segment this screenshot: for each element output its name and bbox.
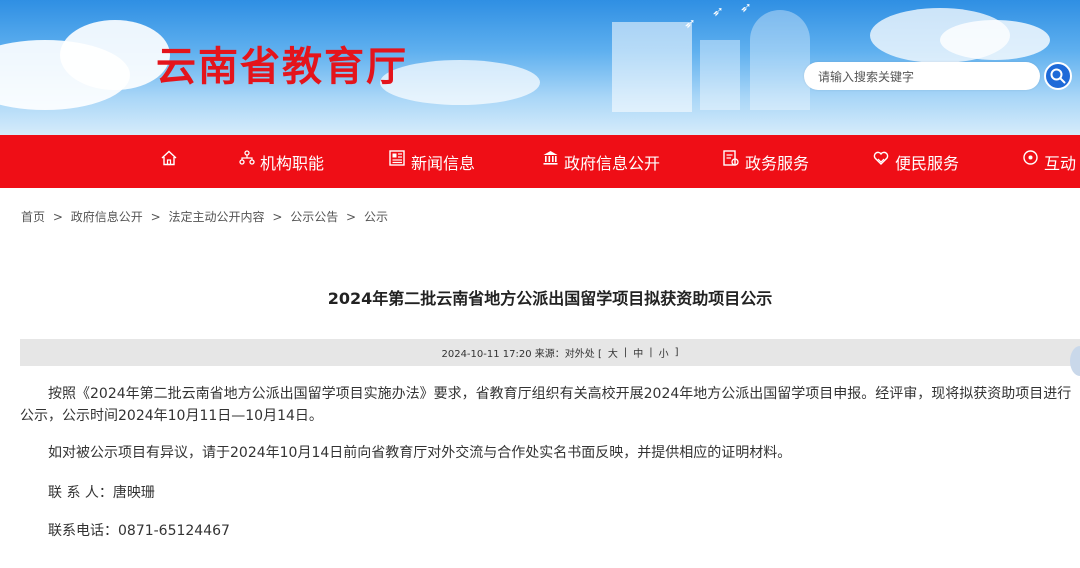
main-nav: 机构职能 新闻信息 政府信息公开 政务服务 便民服务 互动 [0,135,1080,188]
nav-item-label: 新闻信息 [411,153,476,173]
paragraph-text: 联系电话：0871-65124467 [48,523,230,539]
breadcrumb-separator: > [346,210,357,224]
nav-item-label: 政府信息公开 [564,153,661,173]
article-paragraph: 如对被公示项目有异议，请于2024年10月14日前向省教育厅对外交流与合作处实名… [20,442,1080,464]
heart-hand-icon [873,151,889,165]
paragraph-text: 公示，公示时间2024年10月11日—10月14日。 [20,408,323,424]
font-size-large-button[interactable]: 大 [608,345,618,360]
building-graphic [612,22,692,112]
cloud-decoration [60,20,170,90]
news-icon [389,149,405,166]
font-size-medium-button[interactable]: 中 [633,345,643,360]
home-icon [161,150,177,165]
building-graphic [700,40,740,110]
side-float-button[interactable] [1070,346,1080,376]
service-icon [723,149,739,166]
nav-item-news[interactable]: 新闻信息 [388,135,475,188]
cloud-decoration [940,20,1050,60]
contact-phone: 联系电话：0871-65124467 [20,520,1080,542]
org-icon [239,149,255,165]
bird-icon: ➶ [712,4,724,20]
nav-item-org[interactable]: 机构职能 [239,135,324,188]
nav-item-gov-info[interactable]: 政府信息公开 [542,135,660,188]
search-box [804,62,1040,92]
paragraph-text: 按照《2024年第二批云南省地方公派出国留学项目实施办法》要求，省教育厅组织有关… [48,386,1072,402]
nav-item-convenience[interactable]: 便民服务 [872,135,959,188]
article-meta-bar: 2024-10-11 17:20 来源：对外处 [ 大 | 中 | 小 ] [20,339,1080,366]
meta-divider: | [623,347,628,358]
font-size-small-button[interactable]: 小 [659,345,669,360]
meta-close-bracket: ] [674,347,679,358]
meta-divider: | [649,347,653,358]
article-paragraph: 按照《2024年第二批云南省地方公派出国留学项目实施办法》要求，省教育厅组织有关… [20,383,1080,405]
nav-item-label: 互动 [1044,153,1077,173]
nav-item-interact[interactable]: 互动 [1022,135,1076,188]
breadcrumb-item-home[interactable]: 首页 [21,210,45,224]
breadcrumb-separator: > [272,210,283,224]
bird-icon: ➶ [740,0,752,16]
search-icon [1050,68,1066,84]
nav-item-label: 政务服务 [745,153,810,173]
breadcrumb-item-notices[interactable]: 公示公告 [290,210,338,224]
site-header: ➶ ➶ ➶ 云南省教育厅 [0,0,1080,135]
search-button[interactable] [1044,62,1072,90]
breadcrumb-item-current[interactable]: 公示 [364,210,388,224]
bird-icon: ➶ [684,16,696,32]
nav-item-label: 机构职能 [260,153,325,173]
breadcrumb-separator: > [52,210,63,224]
article-meta: 2024-10-11 17:20 来源：对外处 [ [441,349,602,360]
breadcrumb: 首页 > 政府信息公开 > 法定主动公开内容 > 公示公告 > 公示 [21,208,388,225]
article-paragraph: 公示，公示时间2024年10月11日—10月14日。 [20,405,1080,427]
paragraph-text: 如对被公示项目有异议，请于2024年10月14日前向省教育厅对外交流与合作处实名… [48,445,792,461]
nav-home[interactable] [160,135,183,188]
article-title: 2024年第二批云南省地方公派出国留学项目拟获资助项目公示 [327,289,773,308]
building-graphic [750,10,810,110]
nav-item-label: 便民服务 [895,153,960,173]
interact-icon [1023,150,1038,165]
nav-item-services[interactable]: 政务服务 [722,135,809,188]
breadcrumb-separator: > [150,210,161,224]
site-title: 云南省教育厅 [156,44,408,90]
government-icon [543,151,558,165]
search-input[interactable] [816,62,1020,92]
paragraph-text: 联 系 人：唐映珊 [48,485,155,501]
contact-person: 联 系 人：唐映珊 [20,482,1080,504]
breadcrumb-item-statutory[interactable]: 法定主动公开内容 [168,210,264,224]
breadcrumb-item-gov-info[interactable]: 政府信息公开 [71,210,143,224]
